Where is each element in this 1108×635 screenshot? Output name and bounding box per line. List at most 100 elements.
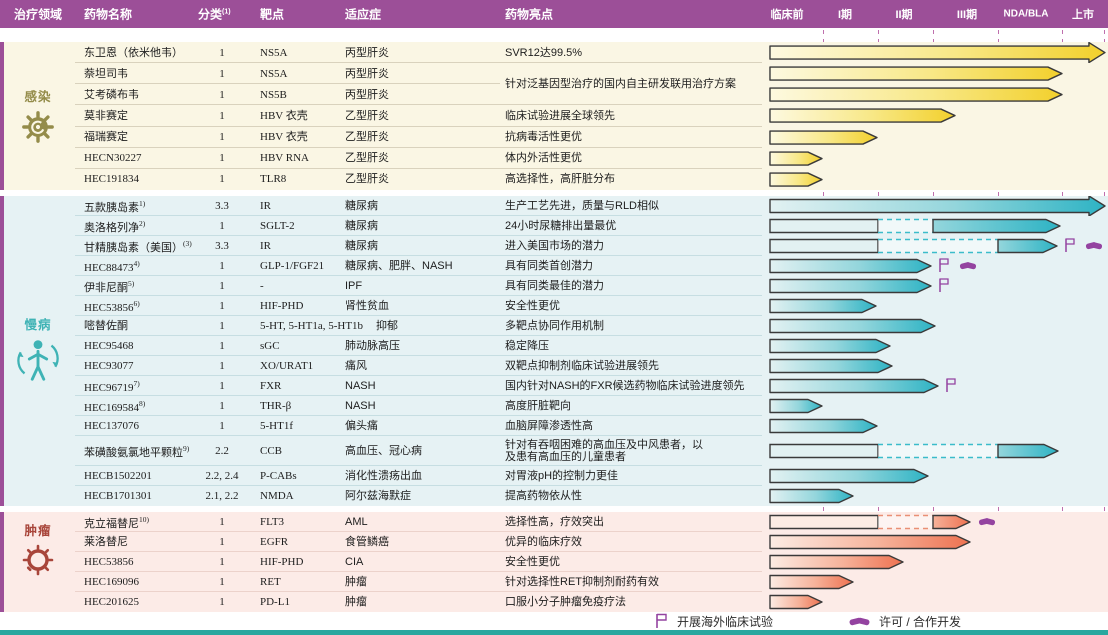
pipeline-row: 克立福替尼10) 1 FLT3 AML 选择性高，疗效突出 xyxy=(0,512,1108,532)
drug-name: HEC884734) xyxy=(84,258,140,274)
flag-icon xyxy=(940,279,948,293)
drug-name: HEC137076 xyxy=(84,420,139,432)
progress-arrow xyxy=(770,536,970,549)
drug-category: 1 xyxy=(182,220,262,232)
drug-highlight: 提高药物依从性 xyxy=(505,490,582,502)
progress-track xyxy=(0,336,1108,356)
drug-target: THR-β xyxy=(260,400,291,412)
handshake-icon xyxy=(959,262,976,270)
drug-name: HEC93077 xyxy=(84,360,134,372)
drug-highlight: 安全性更优 xyxy=(505,556,560,568)
drug-indication: 痛风 xyxy=(345,360,367,372)
drug-indication: 肿瘤 xyxy=(345,576,367,588)
drug-target: CCB xyxy=(260,445,282,457)
progress-arrow xyxy=(770,67,1062,80)
col-header-phase-6: 上市 xyxy=(1072,6,1094,22)
drug-name: HECN30227 xyxy=(84,152,141,164)
progress-bar-solid xyxy=(770,445,878,458)
progress-arrow xyxy=(770,556,903,569)
drug-indication: NASH xyxy=(345,400,376,412)
drug-target: TLR8 xyxy=(260,173,286,185)
section-chronic: 慢病 五款胰岛素1) 3.3 IR 糖尿病 生产工艺先进，质量与RLD相似 奥洛… xyxy=(0,196,1108,506)
drug-indication: 偏头痛 xyxy=(345,420,378,432)
drug-indication: 阿尔兹海默症 xyxy=(345,490,411,502)
drug-category: 1 xyxy=(182,300,262,312)
pipeline-row: 福瑞赛定 1 HBV 衣壳 乙型肝炎 抗病毒活性更优 xyxy=(0,127,1108,148)
drug-indication: 丙型肝炎 xyxy=(345,89,389,101)
drug-name: HEC967197) xyxy=(84,378,140,394)
drug-highlight: 高度肝脏靶向 xyxy=(505,400,571,412)
drug-category: 1 xyxy=(182,89,262,101)
pipeline-row: 苯磺酸氨氯地平颗粒9) 2.2 CCB 高血压、冠心病 针对有吞咽困难的高血压及… xyxy=(0,436,1108,466)
drug-category: 1 xyxy=(182,536,262,548)
drug-name: HEC191834 xyxy=(84,173,139,185)
pipeline-row: HECB1701301 2.1, 2.2 NMDA 阿尔兹海默症 提高药物依从性 xyxy=(0,486,1108,506)
drug-category: 1 xyxy=(182,131,262,143)
handshake-icon xyxy=(1085,242,1102,250)
col-header-category: 分类(1) xyxy=(198,6,231,23)
drug-highlight: 体内外活性更优 xyxy=(505,152,582,164)
drug-category: 1 xyxy=(182,280,262,292)
drug-target: 5-HT1f xyxy=(260,420,293,432)
handshake-icon xyxy=(849,615,870,628)
drug-category: 3.3 xyxy=(182,200,262,212)
drug-category: 1 xyxy=(182,173,262,185)
pipeline-row: HEC1695848) 1 THR-β NASH 高度肝脏靶向 xyxy=(0,396,1108,416)
drug-highlight: 血脑屏障渗透性高 xyxy=(505,420,593,432)
drug-category: 1 xyxy=(182,596,262,608)
drug-indication: CIA xyxy=(345,556,363,568)
progress-arrow xyxy=(933,220,1060,233)
drug-target: XO/URAT1 xyxy=(260,360,313,372)
pipeline-row: 嘧替佐酮 1 5-HT, 5-HT1a, 5-HT1b 抑郁 多靶点协同作用机制 xyxy=(0,316,1108,336)
progress-arrow xyxy=(770,196,1105,216)
col-header-name: 药物名称 xyxy=(84,6,132,23)
drug-target: NS5A xyxy=(260,68,288,80)
drug-indication: IPF xyxy=(345,280,362,292)
col-header-phase-4: III期 xyxy=(957,6,977,22)
drug-highlight: 稳定降压 xyxy=(505,340,549,352)
pipeline-row: 莱洛替尼 1 EGFR 食管鳞癌 优异的临床疗效 xyxy=(0,532,1108,552)
drug-target: HIF-PHD xyxy=(260,556,303,568)
drug-indication: 肾性贫血 xyxy=(345,300,389,312)
drug-highlight: 双靶点抑制剂临床试验进展领先 xyxy=(505,360,659,372)
pipeline-row: HEC169096 1 RET 肿瘤 针对选择性RET抑制剂耐药有效 xyxy=(0,572,1108,592)
pipeline-row: HEC95468 1 sGC 肺动脉高压 稳定降压 xyxy=(0,336,1108,356)
drug-name: HEC201625 xyxy=(84,596,139,608)
drug-name: HEC169096 xyxy=(84,576,139,588)
drug-target: NMDA xyxy=(260,490,294,502)
drug-target: IR xyxy=(260,240,271,252)
pipeline-row: 萘坦司韦 1 NS5A 丙型肝炎 针对泛基因型治疗的国内自主研发联用治疗方案 xyxy=(0,63,1108,84)
drug-name: HECB1502201 xyxy=(84,470,152,482)
drug-highlight: 具有同类首创潜力 xyxy=(505,260,593,272)
drug-target: FLT3 xyxy=(260,516,284,528)
progress-arrow xyxy=(770,360,892,373)
drug-indication: 抑郁 xyxy=(376,320,398,332)
pipeline-row: HEC201625 1 PD-L1 肿瘤 口服小分子肿瘤免疫疗法 xyxy=(0,592,1108,612)
drug-indication: 糖尿病 xyxy=(345,220,378,232)
drug-highlight: 安全性更优 xyxy=(505,300,560,312)
pipeline-row: 莫非赛定 1 HBV 衣壳 乙型肝炎 临床试验进展全球领先 xyxy=(0,105,1108,126)
drug-indication: 高血压、冠心病 xyxy=(345,445,422,457)
drug-indication: 丙型肝炎 xyxy=(345,68,389,80)
drug-name: 苯磺酸氨氯地平颗粒9) xyxy=(84,443,189,459)
table-header: 治疗领域 药物名称 分类(1) 靶点 适应症 药物亮点 临床前I期II期III期… xyxy=(0,0,1108,28)
drug-highlight: 24小时尿糖排出量最优 xyxy=(505,220,616,232)
progress-track xyxy=(0,84,1108,105)
drug-highlight: 选择性高，疗效突出 xyxy=(505,516,604,528)
pipeline-row: HEC53856 1 HIF-PHD CIA 安全性更优 xyxy=(0,552,1108,572)
drug-category: 2.2 xyxy=(182,445,262,457)
progress-bar-dashed xyxy=(878,220,933,233)
drug-highlight: 生产工艺先进，质量与RLD相似 xyxy=(505,200,659,212)
drug-name: 克立福替尼10) xyxy=(84,514,149,530)
drug-target: GLP-1/FGF21 xyxy=(260,260,324,272)
col-header-indication: 适应症 xyxy=(345,6,381,23)
progress-arrow xyxy=(770,400,822,413)
drug-category: 1 xyxy=(182,360,262,372)
pipeline-row: 艾考磷布韦 1 NS5B 丙型肝炎 xyxy=(0,84,1108,105)
drug-highlight: 针对有吞咽困难的高血压及中风患者，以 及患有高血压的儿童患者 xyxy=(505,439,703,463)
drug-name: 嘧替佐酮 xyxy=(84,320,128,332)
drug-category: 3.3 xyxy=(182,240,262,252)
drug-highlight: 具有同类最佳的潜力 xyxy=(505,280,604,292)
drug-target: HBV RNA xyxy=(260,152,309,164)
pipeline-row: HEC538566) 1 HIF-PHD 肾性贫血 安全性更优 xyxy=(0,296,1108,316)
